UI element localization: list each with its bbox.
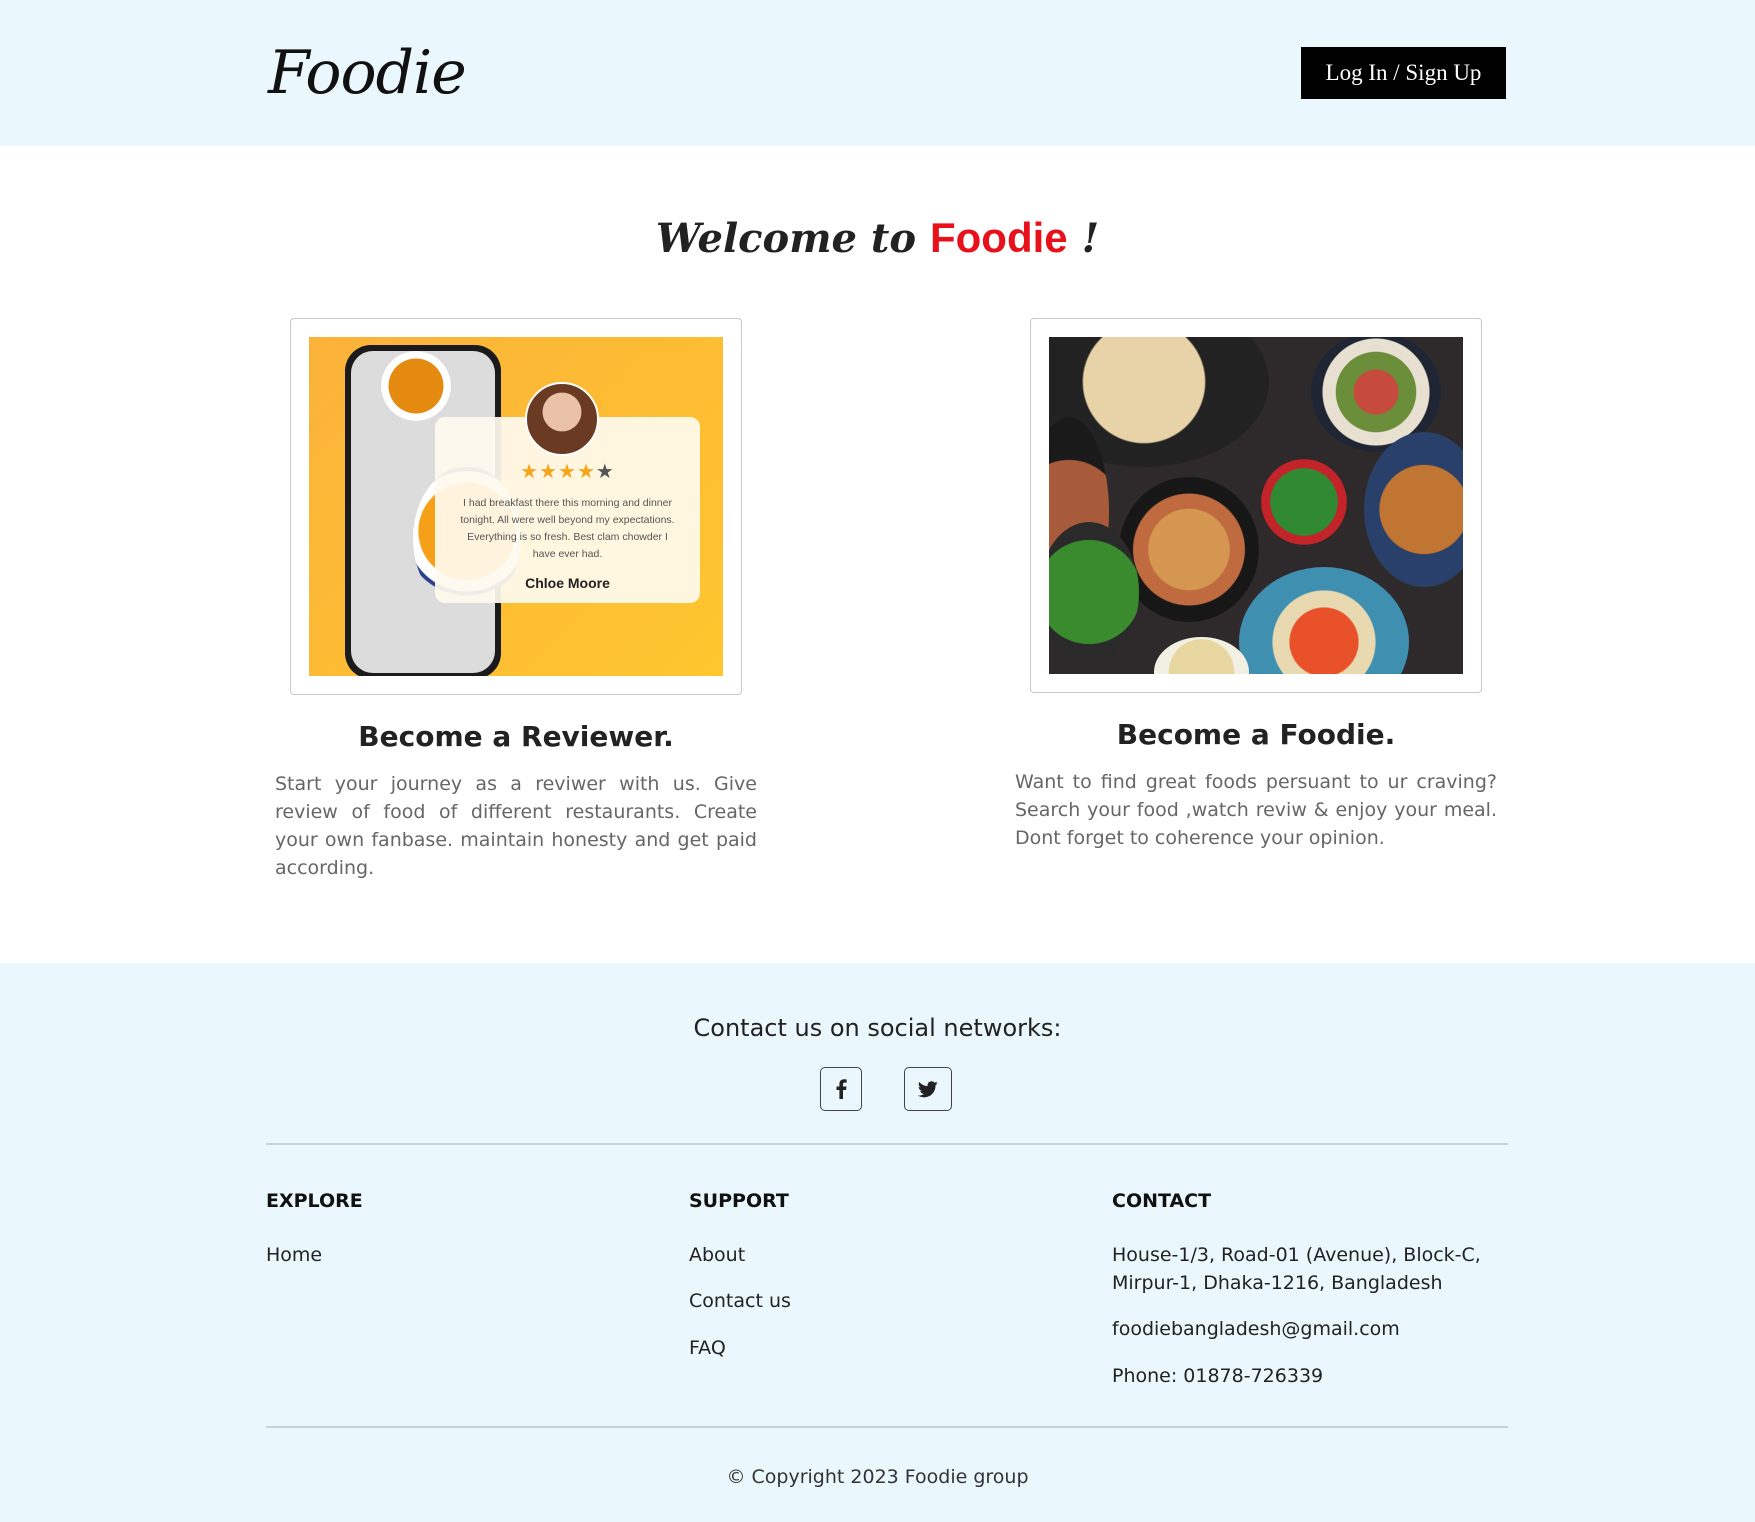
reviewer-name: Chloe Moore: [525, 575, 610, 591]
twitter-button[interactable]: [904, 1067, 952, 1111]
contact-email: foodiebangladesh@gmail.com: [1112, 1318, 1400, 1340]
footer-link-home[interactable]: Home: [266, 1244, 322, 1266]
login-signup-button[interactable]: Log In / Sign Up: [1301, 47, 1506, 99]
social-contact-title: Contact us on social networks:: [693, 1014, 1062, 1042]
reviewer-illustration: ★★★★★ I had breakfast there this morning…: [309, 337, 723, 676]
twitter-icon: [918, 1080, 938, 1097]
reviewer-card-description: Start your journey as a reviwer with us.…: [275, 773, 757, 879]
contact-address-line2: Mirpur-1, Dhaka-1216, Bangladesh: [1112, 1272, 1443, 1294]
facebook-button[interactable]: [820, 1067, 862, 1111]
contact-address-line1: House-1/3, Road-01 (Avenue), Block-C,: [1112, 1244, 1481, 1266]
site-logo[interactable]: Foodie: [268, 28, 467, 118]
foodie-card-description: Want to find great foods persuant to ur …: [1015, 771, 1497, 849]
foodie-card-title: Become a Foodie.: [1116, 718, 1396, 751]
welcome-prefix: Welcome to: [655, 215, 930, 262]
welcome-brand: Foodie: [929, 214, 1068, 261]
facebook-icon: [836, 1079, 847, 1099]
reviewer-card-title: Become a Reviewer.: [358, 720, 674, 753]
contact-phone: Phone: 01878-726339: [1112, 1365, 1324, 1387]
reviewer-card-image: ★★★★★ I had breakfast there this morning…: [290, 318, 742, 695]
copyright-text: © Copyright 2023 Foodie group: [726, 1466, 1029, 1488]
avatar: [525, 382, 599, 456]
welcome-heading: Welcome to Foodie !: [0, 210, 1755, 267]
site-header: Foodie Log In / Sign Up: [0, 0, 1755, 146]
footer-divider-bottom: [266, 1426, 1508, 1428]
review-text: I had breakfast there this morning and d…: [460, 497, 675, 560]
contact-heading: CONTACT: [1112, 1190, 1212, 1212]
explore-heading: EXPLORE: [266, 1190, 363, 1212]
footer-divider-top: [266, 1143, 1508, 1145]
food-illustration: [1049, 337, 1463, 674]
foodie-card-image: [1030, 318, 1482, 693]
rating-stars: ★★★★★: [520, 461, 615, 483]
welcome-suffix: !: [1067, 215, 1100, 262]
footer-link-faq[interactable]: FAQ: [689, 1337, 726, 1359]
support-heading: SUPPORT: [689, 1190, 789, 1212]
site-footer: [0, 963, 1755, 1522]
footer-link-contact-us[interactable]: Contact us: [689, 1290, 791, 1312]
footer-link-about[interactable]: About: [689, 1244, 745, 1266]
